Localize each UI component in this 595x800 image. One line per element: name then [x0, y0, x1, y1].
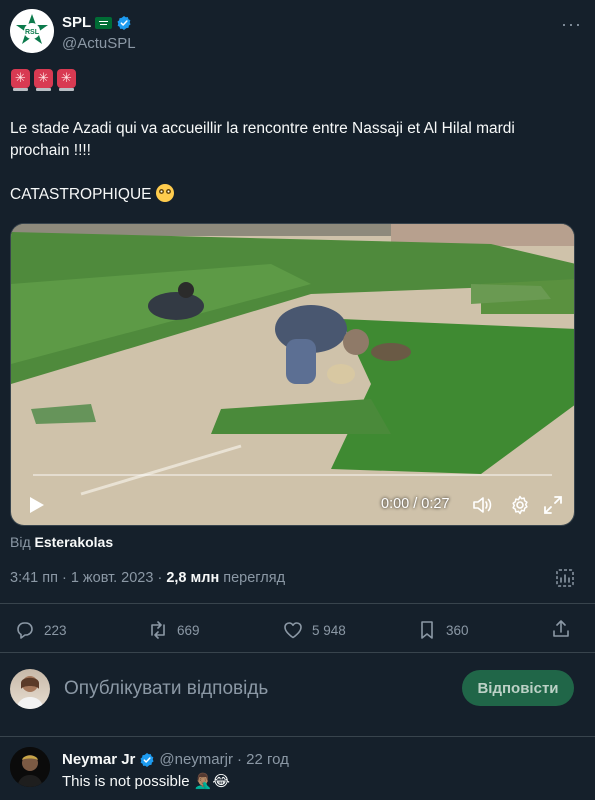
reply-input[interactable]: Опублікувати відповідь — [64, 678, 268, 700]
retweet-count: 669 — [177, 622, 200, 638]
reply-count: 223 — [44, 622, 67, 638]
video-player[interactable]: 0:00 / 0:27 — [10, 223, 575, 526]
divider — [0, 603, 595, 604]
tweet-line-1: Le stade Azadi qui va accueillir la renc… — [10, 120, 515, 159]
user-avatar[interactable] — [10, 669, 50, 709]
fullscreen-icon[interactable] — [542, 494, 564, 516]
account-name[interactable]: SPL — [62, 14, 91, 31]
reply-author-name[interactable]: Neymar Jr — [62, 751, 135, 768]
reply-author-avatar[interactable] — [10, 747, 50, 787]
siren-icon: ✳ — [57, 69, 76, 91]
reply-author-handle[interactable]: @neymarjr — [159, 751, 233, 768]
video-progress-bar[interactable] — [33, 474, 552, 476]
source-name[interactable]: Esterakolas — [35, 534, 114, 550]
reply-author-row[interactable]: Neymar Jr @neymarjr · 22 год — [62, 751, 289, 768]
tweet-meta: 3:41 пп · 1 жовт. 2023 · 2,8 млн перегля… — [10, 570, 285, 586]
reply-time[interactable]: · 22 год — [237, 751, 289, 768]
view-count: 2,8 млн — [166, 570, 220, 586]
video-time: 0:00 / 0:27 — [381, 496, 450, 512]
post-reply-button[interactable]: Відповісти — [462, 670, 574, 706]
bookmark-button[interactable]: 360 — [416, 619, 469, 641]
heart-icon — [284, 622, 302, 639]
siren-icon: ✳ — [34, 69, 53, 91]
account-name-row[interactable]: SPL — [62, 14, 132, 31]
settings-icon[interactable] — [509, 494, 531, 516]
bookmark-icon — [421, 621, 433, 639]
flushed-face-icon — [155, 184, 174, 202]
svg-text:RSL: RSL — [25, 29, 40, 36]
retweet-button[interactable]: 669 — [147, 619, 200, 641]
tweet-datetime[interactable]: 3:41 пп · 1 жовт. 2023 · — [10, 570, 162, 586]
reply-button[interactable]: 223 — [14, 619, 67, 641]
reply-icon — [17, 622, 33, 639]
analytics-icon[interactable] — [555, 568, 575, 588]
share-icon[interactable] — [550, 618, 572, 640]
more-options-icon[interactable]: ··· — [561, 14, 582, 35]
like-button[interactable]: 5 948 — [282, 619, 346, 641]
video-frame — [11, 224, 574, 525]
divider — [0, 736, 595, 737]
tweet-line-2: CATASTROPHIQUE — [10, 186, 152, 203]
retweet-icon — [151, 621, 165, 639]
siren-emojis: ✳ ✳ ✳ — [11, 69, 76, 91]
reply-text: This is not possible 🤦🏽‍♂️😂 — [62, 773, 230, 790]
volume-icon[interactable] — [471, 494, 493, 516]
account-handle[interactable]: @ActuSPL — [62, 35, 136, 52]
verified-badge-icon — [140, 752, 154, 767]
tweet-text: Le stade Azadi qui va accueillir la renc… — [10, 118, 570, 206]
video-source: Від Esterakolas — [10, 534, 113, 550]
verified-badge-icon — [117, 15, 131, 30]
source-prefix: Від — [10, 534, 31, 550]
saudi-flag-icon — [95, 16, 113, 29]
divider — [0, 652, 595, 653]
bookmark-count: 360 — [446, 622, 469, 638]
like-count: 5 948 — [312, 622, 346, 638]
view-label: перегляд — [223, 570, 286, 586]
account-avatar[interactable]: RSL — [10, 9, 54, 53]
play-icon[interactable] — [25, 494, 47, 516]
siren-icon: ✳ — [11, 69, 30, 91]
